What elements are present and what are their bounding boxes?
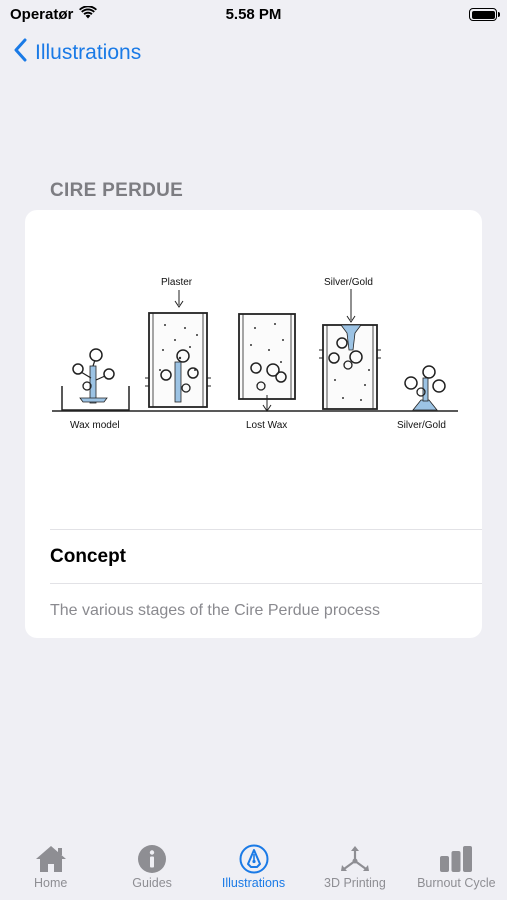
- tab-label: Home: [34, 876, 68, 890]
- label-silver-gold-bottom: Silver/Gold: [397, 420, 446, 431]
- casting-stage: [319, 289, 381, 410]
- section-title: CIRE PERDUE: [50, 180, 184, 201]
- back-button[interactable]: Illustrations: [14, 38, 141, 68]
- label-silver-gold-top: Silver/Gold: [324, 277, 373, 288]
- wax-model-stage: [61, 348, 130, 411]
- back-label: Illustrations: [35, 41, 142, 64]
- axes-3d-icon: [339, 844, 371, 874]
- concept-description: The various stages of the Cire Perdue pr…: [50, 602, 380, 619]
- illustration-card: Plaster Silver/Gold Wax model Lost Wax S…: [25, 210, 482, 638]
- bar-chart-icon: [438, 844, 474, 874]
- tab-home[interactable]: Home: [0, 838, 101, 900]
- pen-nib-icon: [239, 844, 269, 874]
- tab-bar: Home Guides Illustrations 3D Printing Bu…: [0, 838, 507, 900]
- status-bar: Operatør 5.58 PM: [0, 0, 507, 30]
- divider: [50, 583, 482, 584]
- status-time: 5.58 PM: [225, 6, 282, 23]
- tab-illustrations[interactable]: Illustrations: [203, 838, 304, 900]
- label-plaster: Plaster: [161, 277, 193, 288]
- battery-icon: [469, 8, 500, 21]
- tab-label: Burnout Cycle: [417, 876, 496, 890]
- tab-label: Guides: [132, 876, 172, 890]
- tab-label: 3D Printing: [324, 876, 386, 890]
- finished-piece-stage: [404, 365, 446, 411]
- info-circle-icon: [137, 844, 167, 874]
- tab-burnout-cycle[interactable]: Burnout Cycle: [406, 838, 507, 900]
- label-wax-model: Wax model: [70, 420, 120, 431]
- divider: [50, 529, 482, 530]
- tab-guides[interactable]: Guides: [101, 838, 202, 900]
- plaster-stage: [145, 290, 211, 408]
- navigation-bar: Illustrations: [0, 34, 507, 74]
- lost-wax-stage: [238, 313, 296, 412]
- concept-title: Concept: [50, 546, 126, 567]
- house-icon: [34, 844, 68, 874]
- cire-perdue-illustration: Plaster Silver/Gold Wax model Lost Wax S…: [52, 277, 458, 431]
- chevron-left-icon: [14, 38, 27, 68]
- tab-label: Illustrations: [221, 876, 286, 890]
- label-lost-wax: Lost Wax: [246, 420, 287, 431]
- tab-3d-printing[interactable]: 3D Printing: [304, 838, 405, 900]
